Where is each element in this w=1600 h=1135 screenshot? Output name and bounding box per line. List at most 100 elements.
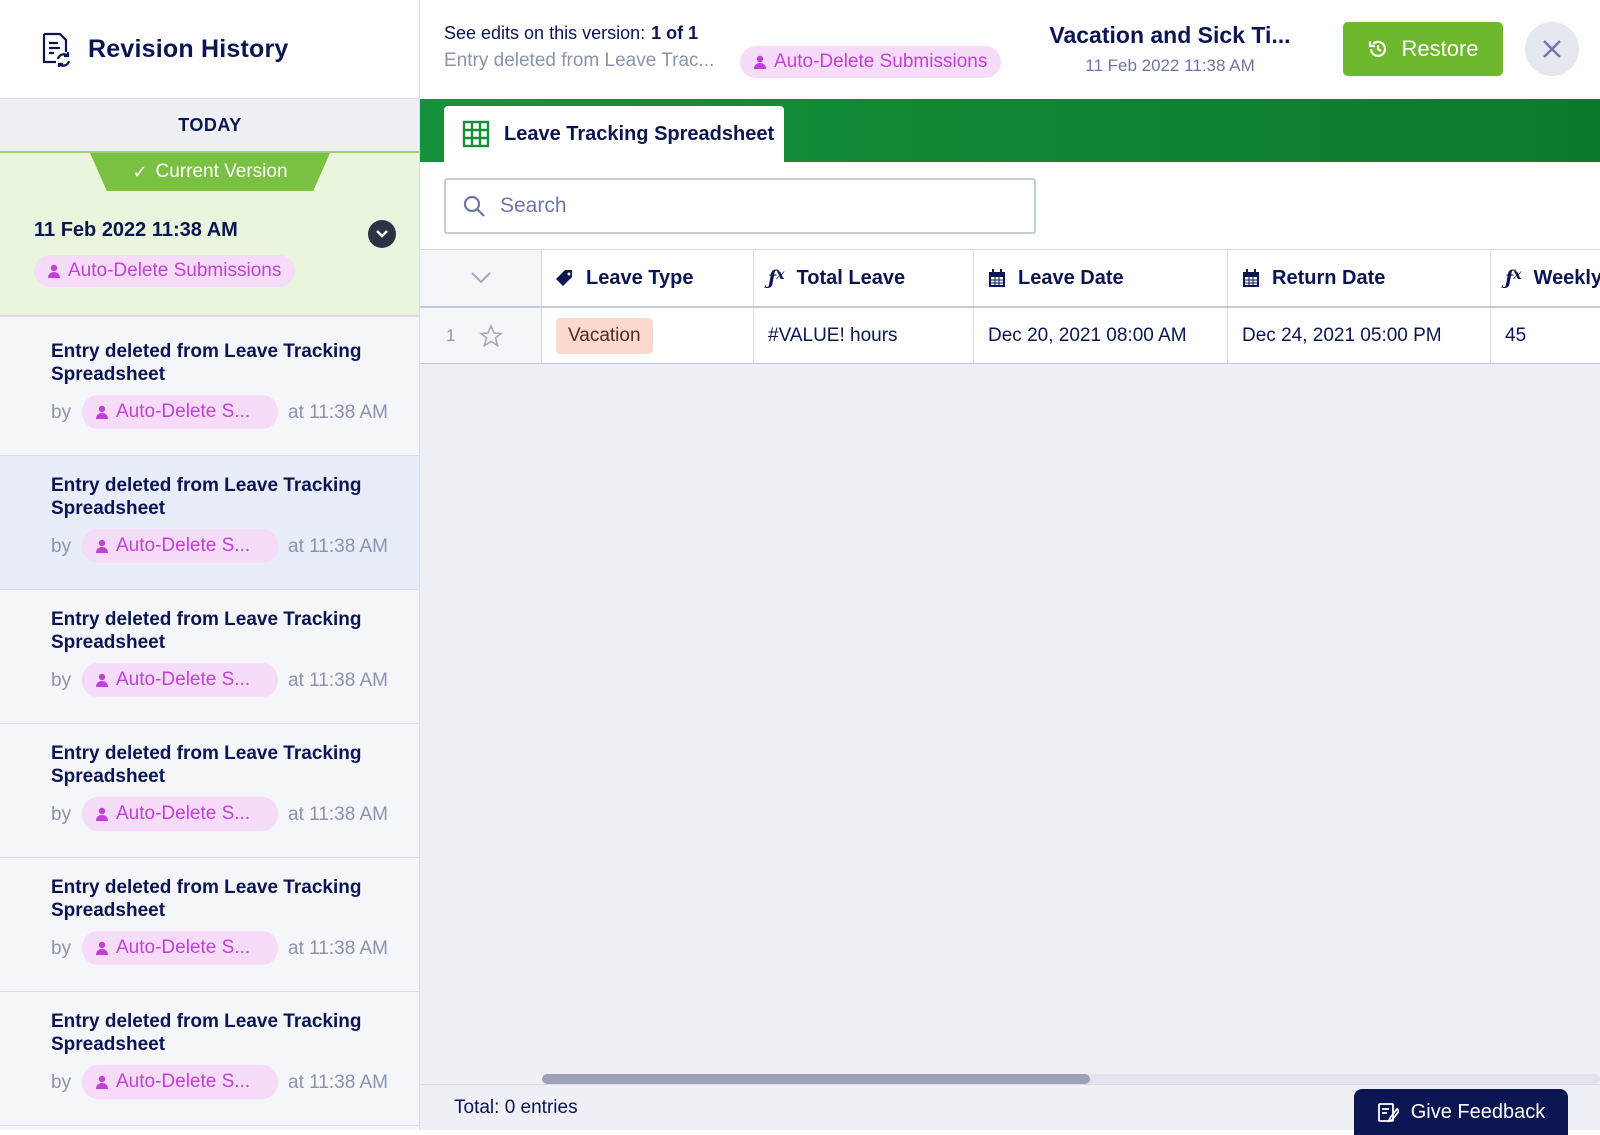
- version-topbar: See edits on this version: 1 of 1 Entry d…: [420, 0, 1600, 99]
- column-header-weekly[interactable]: ƒx Weekly: [1491, 250, 1600, 306]
- current-version-badge: ✓ Current Version: [90, 153, 330, 191]
- entry-user-name: Auto-Delete S...: [116, 937, 251, 958]
- user-icon: [96, 941, 108, 955]
- sheet-footer: Total: 0 entries Give Feedback: [420, 1084, 1600, 1135]
- search-placeholder: Search: [500, 194, 567, 217]
- user-icon: [96, 1075, 108, 1089]
- entry-user-name: Auto-Delete S...: [116, 669, 251, 690]
- entry-time: at 11:38 AM: [288, 536, 388, 557]
- cell-leave-date[interactable]: Dec 20, 2021 08:00 AM: [974, 308, 1228, 363]
- entry-by-label: by: [51, 804, 72, 825]
- formula-icon: ƒx: [1505, 267, 1522, 289]
- search-toolbar: Search: [420, 162, 1600, 250]
- entry-title: Entry deleted from Leave Tracking Spread…: [51, 1011, 362, 1055]
- day-group-header: TODAY: [0, 99, 419, 153]
- formula-icon: ƒx: [768, 267, 785, 289]
- column-header-leave-date[interactable]: Leave Date: [974, 250, 1228, 306]
- edits-navigator: See edits on this version: 1 of 1: [444, 23, 698, 44]
- current-version-date: 11 Feb 2022 11:38 AM: [34, 219, 238, 241]
- leave-type-badge: Vacation: [556, 317, 653, 354]
- revision-entry[interactable]: Entry deleted from Leave Tracking Spread…: [0, 322, 419, 456]
- column-label: Leave Type: [586, 266, 694, 289]
- chevron-down-icon[interactable]: [470, 271, 492, 285]
- calendar-icon: [1242, 268, 1260, 288]
- entry-by-label: by: [51, 1072, 72, 1093]
- revision-entry[interactable]: Entry deleted from Leave Tracking Spread…: [0, 858, 419, 992]
- column-label: Weekly: [1533, 266, 1600, 289]
- table-grid-icon: [462, 120, 490, 148]
- search-input[interactable]: Search: [444, 178, 1036, 234]
- user-icon: [48, 264, 60, 278]
- user-name: Auto-Delete Submissions: [68, 260, 282, 281]
- header-row: Leave Type ƒx Total Leave Leave Date Ret…: [420, 250, 1600, 308]
- entry-time: at 11:38 AM: [288, 402, 388, 423]
- table-row[interactable]: 1 Vacation #VALUE! hours Dec 20, 2021 08…: [420, 308, 1600, 364]
- column-header-return-date[interactable]: Return Date: [1228, 250, 1491, 306]
- cell-weekly[interactable]: 45: [1491, 308, 1600, 363]
- edit-user-pill: Auto-Delete Submissions: [740, 46, 1002, 78]
- tab-leave-tracking-spreadsheet[interactable]: Leave Tracking Spreadsheet: [444, 106, 784, 162]
- scrollbar-thumb[interactable]: [542, 1074, 1090, 1084]
- check-icon: ✓: [132, 161, 148, 182]
- current-version-user-pill: Auto-Delete Submissions: [34, 255, 296, 287]
- close-icon: [1543, 40, 1561, 58]
- revision-entry[interactable]: Entry deleted from Leave Tracking Spread…: [0, 724, 419, 858]
- spreadsheet-grid: Leave Type ƒx Total Leave Leave Date Ret…: [420, 250, 1600, 364]
- user-icon: [96, 807, 108, 821]
- entry-user-pill: Auto-Delete S...: [82, 797, 278, 831]
- user-icon: [96, 673, 108, 687]
- entry-time: at 11:38 AM: [288, 1072, 388, 1093]
- expand-chevron-icon[interactable]: [368, 220, 396, 248]
- entry-title: Entry deleted from Leave Tracking Spread…: [51, 609, 362, 653]
- restore-history-icon: [1369, 40, 1387, 57]
- column-label: Total Leave: [796, 266, 906, 289]
- star-icon[interactable]: [479, 323, 504, 348]
- form-version-date: 11 Feb 2022 11:38 AM: [1085, 56, 1255, 75]
- feedback-icon: [1377, 1103, 1399, 1123]
- horizontal-scrollbar[interactable]: [542, 1074, 1600, 1084]
- entry-time: at 11:38 AM: [288, 670, 388, 691]
- user-icon: [754, 55, 766, 69]
- entry-title: Entry deleted from Leave Tracking Spread…: [51, 877, 362, 921]
- select-all-column[interactable]: [420, 250, 542, 306]
- entry-by-label: by: [51, 670, 72, 691]
- current-version-card[interactable]: ✓ Current Version 11 Feb 2022 11:38 AM A…: [0, 153, 419, 317]
- column-header-total-leave[interactable]: ƒx Total Leave: [754, 250, 974, 306]
- close-button[interactable]: [1525, 22, 1579, 76]
- row-number-cell: 1: [420, 308, 542, 363]
- entry-user-name: Auto-Delete S...: [116, 401, 251, 422]
- entry-user-pill: Auto-Delete S...: [82, 529, 278, 563]
- row-number: 1: [446, 325, 456, 345]
- entry-user-pill: Auto-Delete S...: [82, 663, 278, 697]
- entry-title: Entry deleted from Leave Tracking Spread…: [51, 743, 362, 787]
- entry-user-name: Auto-Delete S...: [116, 1071, 251, 1092]
- calendar-icon: [988, 268, 1006, 288]
- tab-label: Leave Tracking Spreadsheet: [504, 122, 775, 145]
- column-header-leave-type[interactable]: Leave Type: [542, 250, 754, 306]
- cell-return-date[interactable]: Dec 24, 2021 05:00 PM: [1228, 308, 1491, 363]
- entry-time: at 11:38 AM: [288, 804, 388, 825]
- entry-user-pill: Auto-Delete S...: [82, 395, 278, 429]
- user-icon: [96, 539, 108, 553]
- edits-label: See edits on this version:: [444, 23, 646, 43]
- revision-entry[interactable]: Entry deleted from Leave Tracking Spread…: [0, 590, 419, 724]
- give-feedback-label: Give Feedback: [1410, 1100, 1546, 1123]
- edits-count: 1 of 1: [651, 23, 699, 43]
- cell-leave-type[interactable]: Vacation: [542, 308, 754, 363]
- search-icon: [463, 195, 485, 217]
- entry-by-label: by: [51, 938, 72, 959]
- cell-total-leave[interactable]: #VALUE! hours: [754, 308, 974, 363]
- entry-user-name: Auto-Delete S...: [116, 535, 251, 556]
- restore-button[interactable]: Restore: [1343, 22, 1503, 76]
- tag-icon: [556, 269, 574, 287]
- sidebar-title: Revision History: [88, 34, 289, 63]
- user-icon: [96, 405, 108, 419]
- column-label: Leave Date: [1018, 266, 1124, 289]
- revision-entry[interactable]: Entry deleted from Leave Tracking Spread…: [0, 456, 419, 590]
- give-feedback-button[interactable]: Give Feedback: [1354, 1089, 1568, 1135]
- column-label: Return Date: [1272, 266, 1386, 289]
- total-entries: Total: 0 entries: [454, 1097, 578, 1118]
- current-version-label: Current Version: [155, 161, 288, 182]
- revision-entry[interactable]: Entry deleted from Leave Tracking Spread…: [0, 992, 419, 1126]
- edit-summary: Entry deleted from Leave Trac...: [444, 50, 715, 71]
